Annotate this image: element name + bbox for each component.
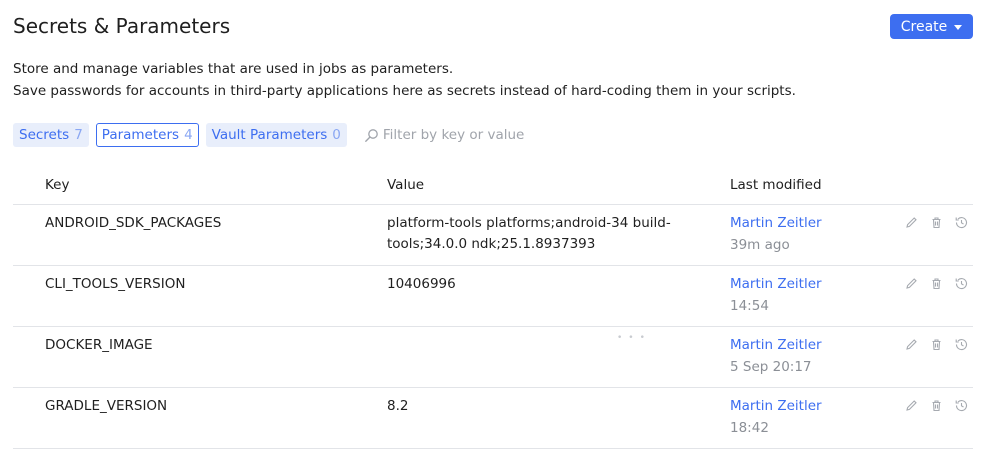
column-header-value[interactable]: Value [387,177,424,193]
row-key: GRADLE_VERSION [45,398,168,414]
column-header-last-modified[interactable]: Last modified [730,177,822,193]
tab-label: Parameters [101,127,180,143]
row-actions [904,337,969,352]
table-row[interactable]: ANDROID_SDK_PACKAGES platform-tools plat… [13,205,973,266]
row-modified-time: 14:54 [730,298,769,314]
column-header-key[interactable]: Key [45,177,69,193]
filter-placeholder: Filter by key or value [382,127,525,143]
page-description-line-2: Save passwords for accounts in third-par… [13,83,796,99]
row-modified-by[interactable]: Martin Zeitler [730,335,822,356]
tab-count: 4 [184,127,193,143]
row-actions [904,398,969,413]
row-key: CLI_TOOLS_VERSION [45,276,186,292]
table-divider [13,448,973,449]
history-icon[interactable] [954,276,969,291]
pencil-icon[interactable] [904,276,919,291]
trash-icon[interactable] [929,337,944,352]
trash-icon[interactable] [929,276,944,291]
row-key: DOCKER_IMAGE [45,337,153,353]
loading-indicator: ••• [617,333,651,343]
filter-input[interactable]: Filter by key or value [364,123,524,147]
row-actions [904,276,969,291]
row-actions [904,215,969,230]
row-modified-time: 39m ago [730,237,790,253]
table-row[interactable]: CLI_TOOLS_VERSION 10406996 Martin Zeitle… [13,266,973,327]
row-modified-time: 5 Sep 20:17 [730,359,812,375]
history-icon[interactable] [954,337,969,352]
table-row[interactable]: GRADLE_VERSION 8.2 Martin Zeitler 18:42 [13,388,973,449]
page-description-line-1: Store and manage variables that are used… [13,61,454,77]
search-icon [364,128,379,143]
row-modified-by[interactable]: Martin Zeitler [730,396,822,417]
row-value-line: 10406996 [387,276,456,292]
row-value: 10406996 [387,274,707,295]
tab-label: Vault Parameters [211,127,328,143]
history-icon[interactable] [954,215,969,230]
pencil-icon[interactable] [904,337,919,352]
row-modified-time: 18:42 [730,420,769,436]
tab-label: Secrets [19,127,70,143]
type-tabs: Secrets 7 Parameters 4 Vault Parameters … [13,123,524,147]
pencil-icon[interactable] [904,215,919,230]
tab-vault-parameters[interactable]: Vault Parameters 0 [205,123,347,147]
row-value-line: 8.2 [387,398,409,414]
page-title: Secrets & Parameters [13,14,231,38]
row-key: ANDROID_SDK_PACKAGES [45,215,222,231]
tab-count: 0 [332,127,341,143]
pencil-icon[interactable] [904,398,919,413]
tab-count: 7 [74,127,83,143]
row-modified-by[interactable]: Martin Zeitler [730,274,822,295]
trash-icon[interactable] [929,398,944,413]
table-row[interactable]: DOCKER_IMAGE ••• Martin Zeitler 5 Sep 20… [13,327,973,388]
tab-secrets[interactable]: Secrets 7 [13,123,89,147]
history-icon[interactable] [954,398,969,413]
row-value: 8.2 [387,396,707,417]
tab-parameters[interactable]: Parameters 4 [95,123,199,147]
row-value: platform-tools platforms;android-34 buil… [387,213,707,255]
create-button-label: Create [900,18,948,35]
chevron-down-icon [954,25,963,30]
row-value-line: platform-tools platforms;android-34 buil… [387,215,671,231]
row-modified-by[interactable]: Martin Zeitler [730,213,822,234]
trash-icon[interactable] [929,215,944,230]
row-value-line: tools;34.0.0 ndk;25.1.8937393 [387,236,596,252]
create-button[interactable]: Create [890,14,973,39]
